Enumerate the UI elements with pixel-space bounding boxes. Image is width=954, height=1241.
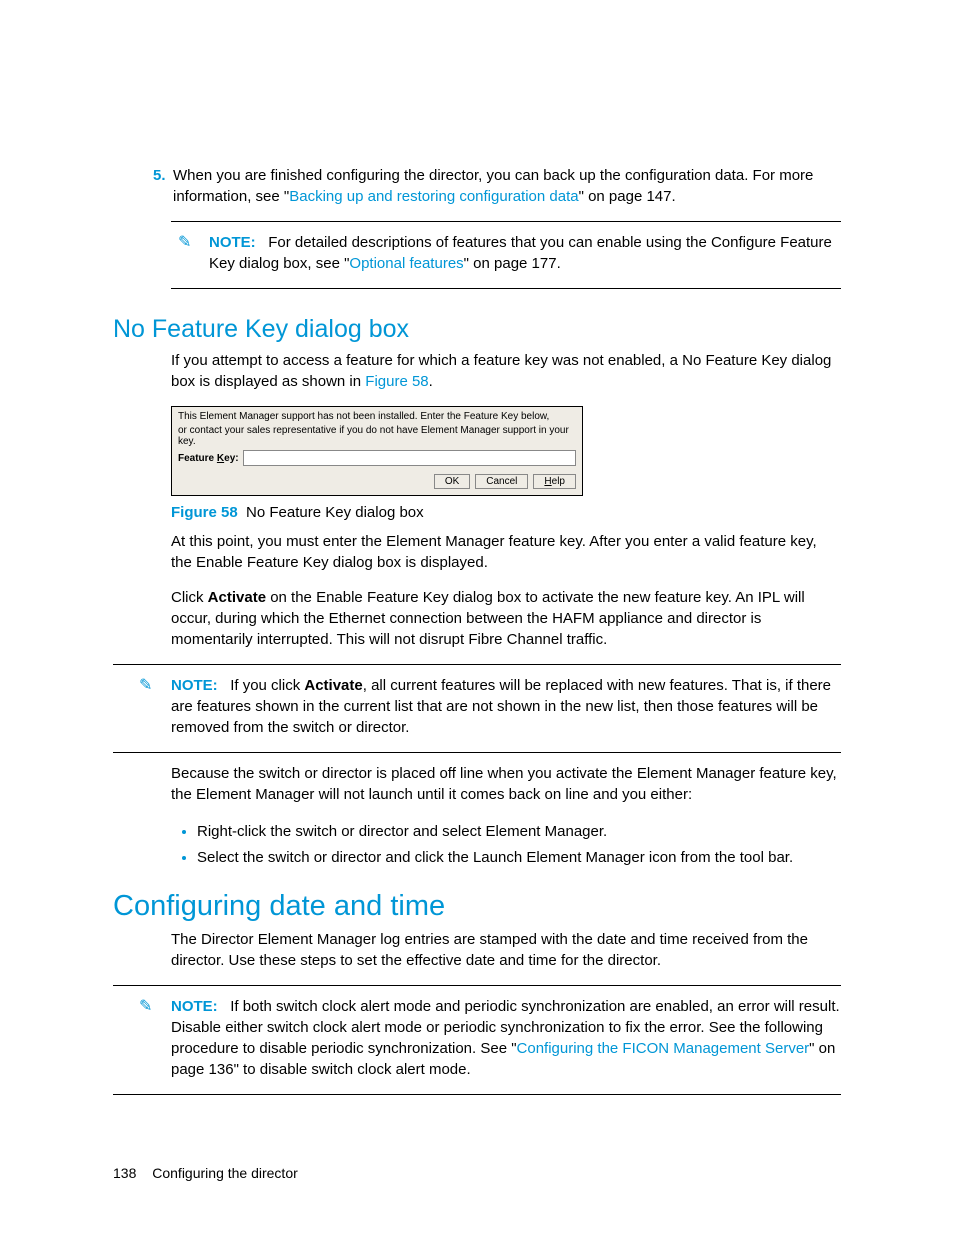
- note-3: ✎ NOTE: If both switch clock alert mode …: [113, 996, 841, 1080]
- feature-key-label: Feature Key:: [178, 453, 239, 464]
- note1-text-b: " on page 177.: [464, 255, 561, 272]
- bullet-list: Right-click the switch or director and s…: [171, 819, 841, 870]
- note-icon: ✎: [139, 996, 152, 1018]
- para-1: If you attempt to access a feature for w…: [171, 350, 841, 392]
- note-label: NOTE:: [171, 998, 218, 1015]
- note-icon: ✎: [178, 232, 191, 254]
- heading-configuring-date: Configuring date and time: [113, 890, 841, 923]
- figure-dialog-box: This Element Manager support has not bee…: [171, 406, 583, 496]
- page-footer: 138 Configuring the director: [113, 1165, 841, 1181]
- page-content: 5. When you are finished configuring the…: [0, 0, 954, 1241]
- link-optional-features[interactable]: Optional features: [349, 255, 463, 272]
- figure-caption: Figure 58 No Feature Key dialog box: [171, 504, 841, 521]
- para-2: At this point, you must enter the Elemen…: [171, 531, 841, 573]
- link-figure-58[interactable]: Figure 58: [365, 373, 428, 390]
- note-label: NOTE:: [209, 234, 256, 251]
- step-number: 5.: [153, 165, 166, 186]
- note-icon: ✎: [139, 675, 152, 697]
- dialog-line2: or contact your sales representative if …: [178, 425, 576, 447]
- note-label: NOTE:: [171, 677, 218, 694]
- note-1: ✎ NOTE: For detailed descriptions of fea…: [171, 232, 841, 274]
- help-button[interactable]: Help: [533, 474, 576, 489]
- note-2: ✎ NOTE: If you click Activate, all curre…: [113, 675, 841, 738]
- step-text-b: " on page 147.: [579, 188, 676, 205]
- divider: [171, 288, 841, 289]
- divider: [113, 1094, 841, 1095]
- para-5: The Director Element Manager log entries…: [171, 929, 841, 971]
- divider: [113, 752, 841, 753]
- heading-no-feature-key: No Feature Key dialog box: [113, 315, 841, 344]
- divider: [113, 985, 841, 986]
- divider: [171, 221, 841, 222]
- list-item: Right-click the switch or director and s…: [197, 819, 841, 845]
- link-backing-up[interactable]: Backing up and restoring configuration d…: [289, 188, 578, 205]
- cancel-button[interactable]: Cancel: [475, 474, 528, 489]
- step-5: 5. When you are finished configuring the…: [113, 165, 841, 207]
- link-ficon-server[interactable]: Configuring the FICON Management Server: [517, 1040, 810, 1057]
- figure-label: Figure 58: [171, 504, 238, 521]
- footer-title: Configuring the director: [152, 1165, 298, 1181]
- dialog-line1: This Element Manager support has not bee…: [178, 411, 576, 422]
- feature-key-input[interactable]: [243, 450, 576, 466]
- figure-text: No Feature Key dialog box: [246, 504, 424, 521]
- para-4: Because the switch or director is placed…: [171, 763, 841, 805]
- divider: [113, 664, 841, 665]
- list-item: Select the switch or director and click …: [197, 845, 841, 871]
- page-number: 138: [113, 1165, 136, 1181]
- ok-button[interactable]: OK: [434, 474, 470, 489]
- para-3: Click Activate on the Enable Feature Key…: [171, 587, 841, 650]
